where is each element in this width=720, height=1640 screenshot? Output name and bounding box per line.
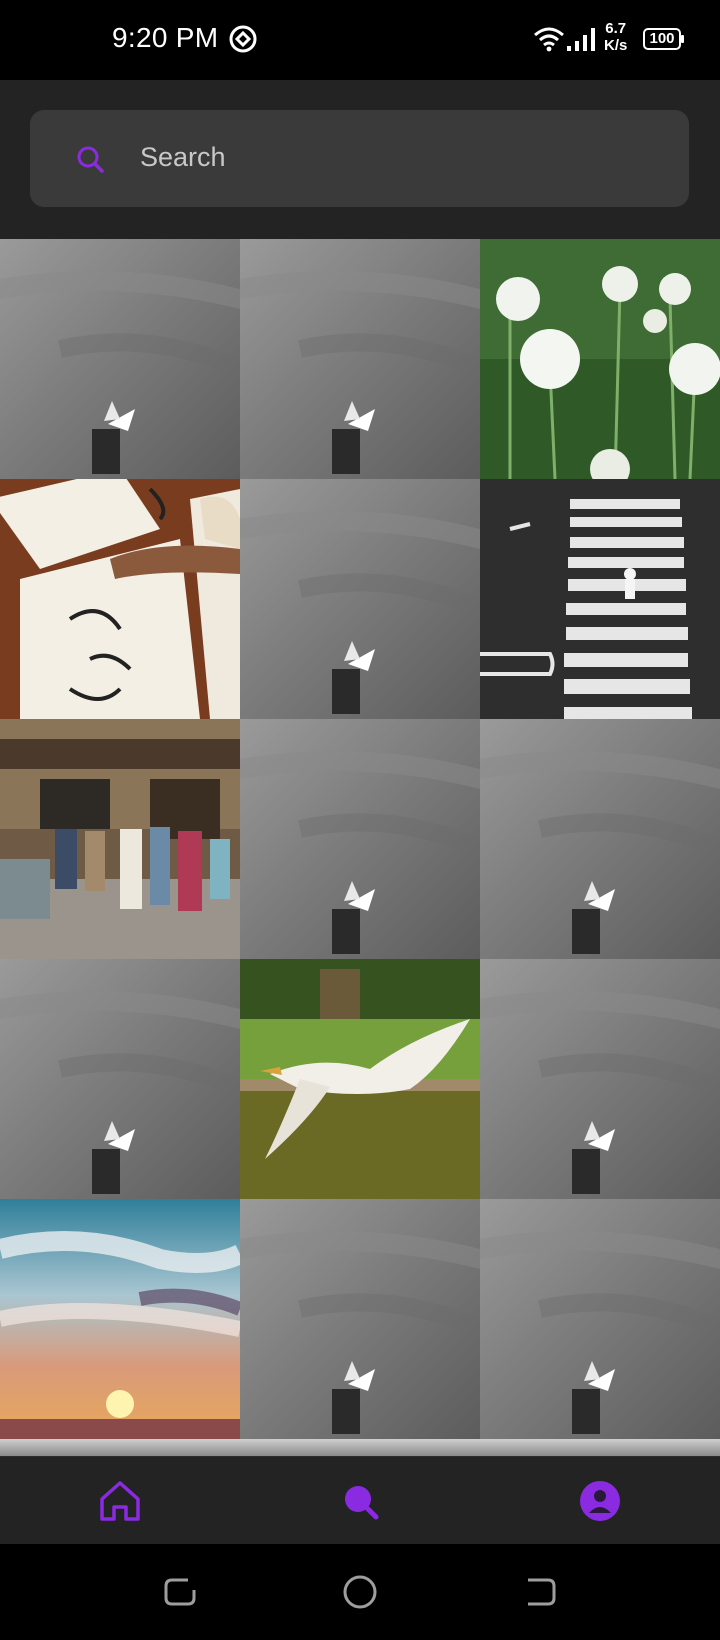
gull-photo — [240, 719, 480, 959]
home-system-icon[interactable] — [340, 1572, 380, 1612]
nav-profile-button[interactable] — [572, 1473, 628, 1529]
status-bar: 9:20 PM 6.7 K/s 100 — [0, 0, 720, 80]
photo-tile[interactable] — [240, 479, 480, 719]
search-input[interactable]: Search — [140, 142, 226, 173]
wifi-icon — [534, 27, 564, 52]
search-icon — [77, 146, 104, 173]
battery-icon: 100 — [643, 28, 685, 50]
back-icon[interactable] — [520, 1572, 560, 1612]
photo-tile[interactable] — [480, 959, 720, 1199]
photo-tile[interactable] — [480, 479, 720, 719]
photo-tile[interactable] — [0, 719, 240, 959]
gull-photo — [480, 719, 720, 959]
status-time: 9:20 PM — [112, 22, 219, 53]
street-photo — [0, 719, 240, 959]
gull-photo — [240, 239, 480, 479]
system-nav — [0, 1544, 720, 1640]
photo-tile[interactable] — [0, 959, 240, 1199]
photo-tile[interactable] — [240, 719, 480, 959]
nav-search-button[interactable] — [332, 1473, 388, 1529]
photo-tile[interactable] — [240, 239, 480, 479]
photo-tile[interactable] — [0, 1199, 240, 1439]
search-icon — [345, 1486, 379, 1520]
network-speed: 6.7 K/s — [604, 20, 627, 54]
photo-tile[interactable] — [0, 479, 240, 719]
gull-photo — [0, 959, 240, 1199]
flowers-photo — [480, 239, 720, 479]
signal-icon — [567, 28, 595, 51]
gull-photo — [480, 959, 720, 1199]
photo-tile[interactable] — [240, 959, 480, 1199]
sunset-photo — [0, 1199, 240, 1439]
recent-apps-icon[interactable] — [160, 1572, 200, 1612]
photo-tile[interactable] — [0, 239, 240, 479]
app-notification-icon — [229, 25, 257, 53]
battery-level: 100 — [649, 30, 675, 47]
photo-tile[interactable] — [480, 1199, 720, 1439]
gull-photo — [240, 479, 480, 719]
home-icon — [100, 1481, 140, 1521]
swan-photo — [240, 959, 480, 1199]
nav-home-button[interactable] — [92, 1473, 148, 1529]
gull-photo — [480, 1199, 720, 1439]
main-content: Search — [0, 80, 720, 1456]
partial-row-strip — [0, 1439, 720, 1456]
crosswalk-photo — [480, 479, 720, 719]
speed-unit: K/s — [604, 37, 628, 54]
drawings-photo — [0, 479, 240, 719]
gull-photo — [0, 239, 240, 479]
photo-tile[interactable] — [240, 1199, 480, 1439]
bottom-nav — [0, 1456, 720, 1545]
photo-tile[interactable] — [480, 719, 720, 959]
photo-tile[interactable] — [480, 239, 720, 479]
search-bar[interactable]: Search — [30, 110, 689, 207]
profile-icon — [580, 1481, 620, 1521]
gull-photo — [240, 1199, 480, 1439]
speed-value: 6.7 — [605, 20, 627, 37]
